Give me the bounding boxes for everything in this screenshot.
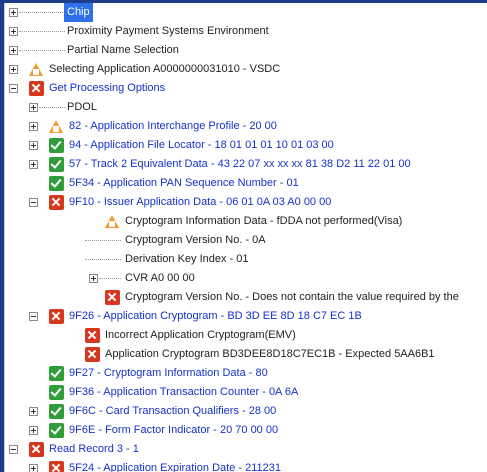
tree-item-label: Cryptogram Information Data - fDDA not p… bbox=[125, 215, 403, 227]
expand-toggle-icon[interactable] bbox=[29, 464, 38, 472]
tree-item-label: 5F34 - Application PAN Sequence Number -… bbox=[69, 177, 299, 189]
expand-toggle-icon[interactable] bbox=[29, 141, 38, 150]
expand-toggle-icon[interactable] bbox=[9, 27, 18, 36]
expand-toggle-icon[interactable] bbox=[29, 122, 38, 131]
tree-item-application-cryptogram[interactable]: 9F26 - Application Cryptogram - BD 3D EE… bbox=[5, 307, 487, 326]
tree-item-label: 9F6E - Form Factor Indicator - 20 70 00 … bbox=[69, 424, 279, 436]
expand-toggle-icon[interactable] bbox=[29, 426, 38, 435]
tree-item-label: Selecting Application A0000000031010 - V… bbox=[49, 63, 281, 75]
tree-item-afl[interactable]: 94 - Application File Locator - 18 01 01… bbox=[5, 136, 487, 155]
tree-item-label: 5F24 - Application Expiration Date - 211… bbox=[69, 462, 281, 472]
expand-toggle-icon[interactable] bbox=[29, 407, 38, 416]
tree-item-incorrect-cryptogram[interactable]: Incorrect Application Cryptogram(EMV) bbox=[5, 326, 487, 345]
tree-item-cvn-error[interactable]: Cryptogram Version No. - Does not contai… bbox=[5, 288, 487, 307]
tree-item-selecting-application[interactable]: Selecting Application A0000000031010 - V… bbox=[5, 60, 487, 79]
tree-item-label: 94 - Application File Locator - 18 01 01… bbox=[69, 139, 334, 151]
tree-item-get-processing-options[interactable]: Get Processing Options bbox=[5, 79, 487, 98]
tree-item-cvn[interactable]: Cryptogram Version No. - 0A bbox=[5, 231, 487, 250]
error-icon bbox=[49, 461, 64, 472]
tree-item-aip[interactable]: 82 - Application Interchange Profile - 2… bbox=[5, 117, 487, 136]
error-icon bbox=[29, 442, 44, 457]
error-icon bbox=[49, 195, 64, 210]
collapse-toggle-icon[interactable] bbox=[9, 84, 18, 93]
check-icon bbox=[49, 423, 64, 438]
tree-item-label: Partial Name Selection bbox=[67, 44, 179, 56]
expand-toggle-icon[interactable] bbox=[89, 274, 98, 283]
tree-item-label: Cryptogram Version No. - Does not contai… bbox=[125, 291, 459, 303]
error-icon bbox=[105, 290, 120, 305]
error-icon bbox=[29, 81, 44, 96]
tree-item-pan-seq[interactable]: 5F34 - Application PAN Sequence Number -… bbox=[5, 174, 487, 193]
tree-item-pdol[interactable]: PDOL bbox=[5, 98, 487, 117]
tree-item-partial-name-selection[interactable]: Partial Name Selection bbox=[5, 41, 487, 60]
check-icon bbox=[49, 176, 64, 191]
expand-toggle-icon[interactable] bbox=[9, 8, 18, 17]
expand-toggle-icon[interactable] bbox=[9, 65, 18, 74]
collapse-toggle-icon[interactable] bbox=[29, 198, 38, 207]
tree-item-iad[interactable]: 9F10 - Issuer Application Data - 06 01 0… bbox=[5, 193, 487, 212]
tree-item-label: Cryptogram Version No. - 0A bbox=[125, 234, 266, 246]
check-icon bbox=[49, 404, 64, 419]
tree-item-cid[interactable]: 9F27 - Cryptogram Information Data - 80 bbox=[5, 364, 487, 383]
tree-item-label: 9F26 - Application Cryptogram - BD 3D EE… bbox=[69, 310, 362, 322]
collapse-toggle-icon[interactable] bbox=[29, 312, 38, 321]
error-icon bbox=[49, 309, 64, 324]
tree-item-label: 82 - Application Interchange Profile - 2… bbox=[69, 120, 277, 132]
tree-item-atc[interactable]: 9F36 - Application Transaction Counter -… bbox=[5, 383, 487, 402]
tree-item-read-record[interactable]: Read Record 3 - 1 bbox=[5, 440, 487, 459]
collapse-toggle-icon[interactable] bbox=[9, 445, 18, 454]
warning-icon bbox=[49, 119, 64, 134]
tree-item-label: 9F10 - Issuer Application Data - 06 01 0… bbox=[69, 196, 332, 208]
tree-item-label: Derivation Key Index - 01 bbox=[125, 253, 249, 265]
check-icon bbox=[49, 138, 64, 153]
tree-item-label: Proximity Payment Systems Environment bbox=[67, 25, 269, 37]
tree-item-ffi[interactable]: 9F6E - Form Factor Indicator - 20 70 00 … bbox=[5, 421, 487, 440]
tree-item-dki[interactable]: Derivation Key Index - 01 bbox=[5, 250, 487, 269]
tree-item-label: 57 - Track 2 Equivalent Data - 43 22 07 … bbox=[69, 158, 411, 170]
tree-item-cvr[interactable]: CVR A0 00 00 bbox=[5, 269, 487, 288]
check-icon bbox=[49, 366, 64, 381]
tree-item-label: 9F36 - Application Transaction Counter -… bbox=[69, 386, 299, 398]
tree-item-expected-cryptogram[interactable]: Application Cryptogram BD3DEE8D18C7EC1B … bbox=[5, 345, 487, 364]
warning-icon bbox=[105, 214, 120, 229]
tree-item-label: CVR A0 00 00 bbox=[125, 272, 195, 284]
expand-toggle-icon[interactable] bbox=[29, 103, 38, 112]
check-icon bbox=[49, 157, 64, 172]
tree-item-label: Application Cryptogram BD3DEE8D18C7EC1B … bbox=[105, 348, 435, 360]
expand-toggle-icon[interactable] bbox=[9, 46, 18, 55]
tree-item-label: 9F27 - Cryptogram Information Data - 80 bbox=[69, 367, 268, 379]
tree-item-track2[interactable]: 57 - Track 2 Equivalent Data - 43 22 07 … bbox=[5, 155, 487, 174]
check-icon bbox=[49, 385, 64, 400]
tree-panel: Chip Proximity Payment Systems Environme… bbox=[4, 3, 487, 472]
tree-item-label: 9F6C - Card Transaction Qualifiers - 28 … bbox=[69, 405, 277, 417]
tree-item-label: Chip bbox=[64, 3, 93, 22]
tree-item-label: PDOL bbox=[67, 101, 97, 113]
warning-icon bbox=[29, 62, 44, 77]
tree-item-label: Read Record 3 - 1 bbox=[49, 443, 139, 455]
tree-item-ctq[interactable]: 9F6C - Card Transaction Qualifiers - 28 … bbox=[5, 402, 487, 421]
tree-item-ppse[interactable]: Proximity Payment Systems Environment bbox=[5, 22, 487, 41]
tree-item-expiration-date[interactable]: 5F24 - Application Expiration Date - 211… bbox=[5, 459, 487, 472]
tree-item-label: Incorrect Application Cryptogram(EMV) bbox=[105, 329, 296, 341]
tree-item-chip[interactable]: Chip bbox=[5, 3, 487, 22]
error-icon bbox=[85, 328, 100, 343]
expand-toggle-icon[interactable] bbox=[29, 160, 38, 169]
tree-item-cid-note[interactable]: Cryptogram Information Data - fDDA not p… bbox=[5, 212, 487, 231]
error-icon bbox=[85, 347, 100, 362]
tree-item-label: Get Processing Options bbox=[49, 82, 166, 94]
tree-view: Chip Proximity Payment Systems Environme… bbox=[5, 3, 487, 472]
